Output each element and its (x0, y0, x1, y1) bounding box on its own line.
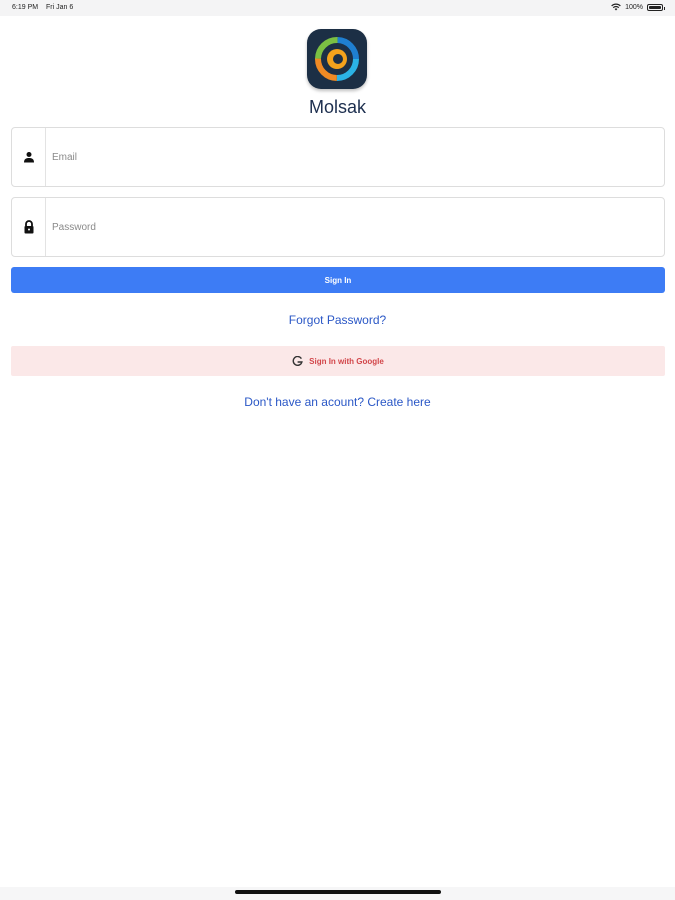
person-icon (12, 128, 46, 186)
google-button-label: Sign In with Google (309, 356, 384, 366)
wifi-icon (611, 3, 621, 11)
create-account-link[interactable]: Don't have an acount? Create here (0, 395, 675, 409)
battery-percent: 100% (625, 3, 643, 11)
home-indicator[interactable] (235, 890, 441, 894)
battery-icon (647, 3, 665, 11)
lock-icon (12, 198, 46, 256)
molsak-logo-icon (307, 29, 367, 89)
status-right: 100% (611, 3, 665, 11)
forgot-password-link[interactable]: Forgot Password? (0, 313, 675, 327)
app-logo (307, 29, 368, 90)
app-name: Molsak (308, 97, 366, 117)
password-field[interactable] (11, 197, 665, 257)
status-date: Fri Jan 6 (46, 4, 74, 11)
status-left: 6:19 PM Fri Jan 6 (12, 4, 73, 11)
google-icon (292, 355, 303, 366)
email-field[interactable] (11, 127, 665, 187)
status-bar: 6:19 PM Fri Jan 6 100% (0, 0, 675, 16)
password-input[interactable] (52, 198, 652, 256)
email-input[interactable] (52, 128, 652, 186)
sign-in-with-google-button[interactable]: Sign In with Google (11, 346, 665, 376)
sign-in-button[interactable]: Sign In (11, 267, 665, 293)
status-time: 6:19 PM (12, 4, 39, 11)
